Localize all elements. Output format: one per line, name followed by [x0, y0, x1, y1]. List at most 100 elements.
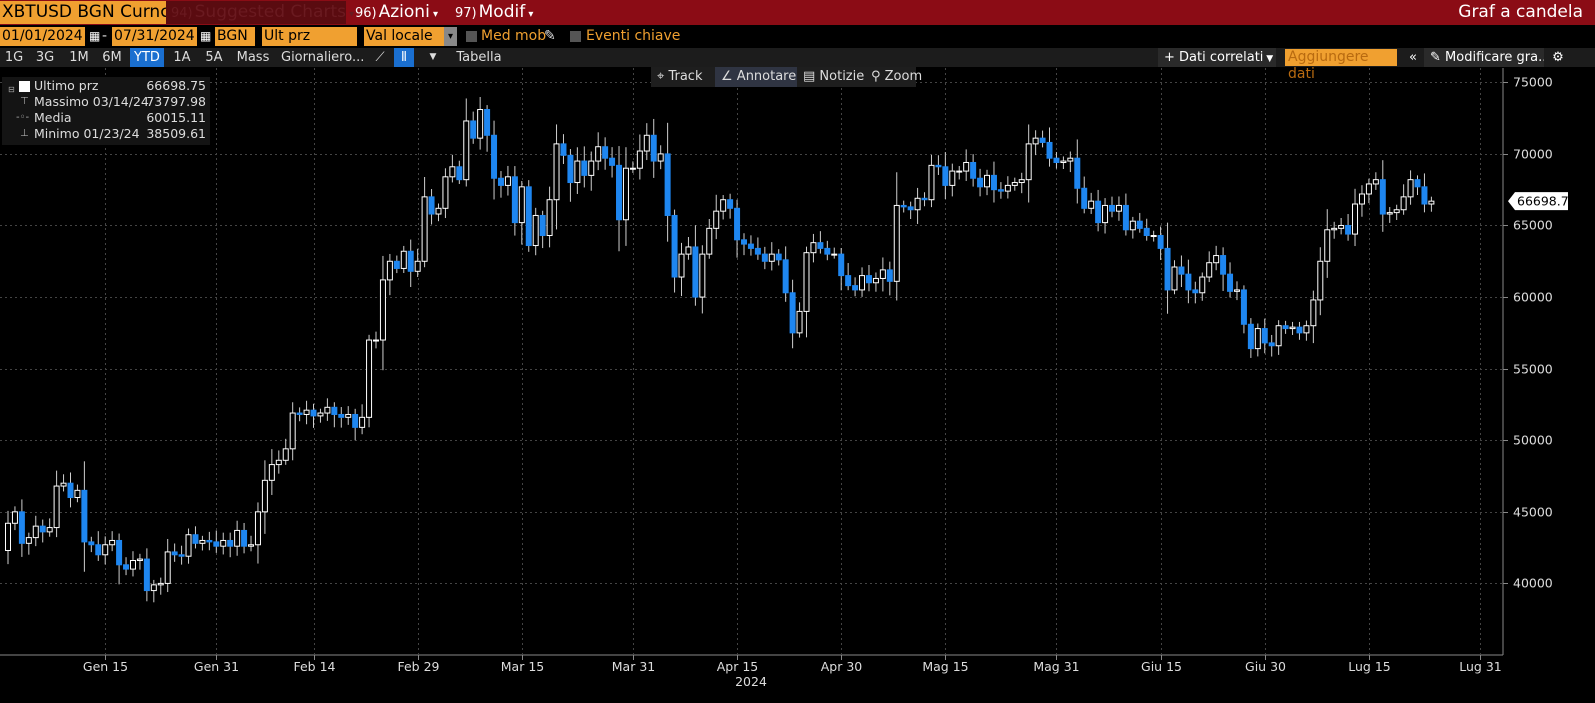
- candle-body: [1143, 227, 1150, 237]
- candle-body: [1365, 183, 1372, 195]
- candle-body: [164, 551, 171, 584]
- candle-body: [1060, 160, 1067, 163]
- candle-body: [1317, 260, 1324, 301]
- legend-row[interactable]: ⊟ Ultimo prz 66698.75: [2, 78, 208, 94]
- candle-body: [407, 250, 414, 272]
- candle-body: [150, 584, 157, 592]
- candle-body: [754, 247, 761, 255]
- candle-body: [1074, 157, 1081, 189]
- candle-body: [838, 253, 845, 277]
- candle-body: [1053, 157, 1060, 163]
- candle-body: [970, 161, 977, 179]
- candle-body: [1011, 182, 1018, 186]
- candle-body: [1032, 137, 1039, 145]
- candle-body: [567, 154, 574, 184]
- candle-body: [768, 253, 775, 262]
- candle-body: [192, 534, 199, 544]
- candle-body: [1303, 325, 1310, 334]
- candle-body: [352, 413, 359, 428]
- candle-body: [935, 164, 942, 168]
- candle-body: [1275, 325, 1282, 347]
- tool-zoom[interactable]: ⚲ Zoom: [865, 67, 923, 87]
- candle-body: [1386, 212, 1393, 215]
- legend-value: 60015.11: [146, 110, 206, 125]
- candle-body: [484, 109, 491, 136]
- candle-body: [671, 214, 678, 278]
- candle-body: [622, 167, 629, 221]
- candle-body: [1220, 255, 1227, 275]
- candle-body: [331, 406, 338, 415]
- candle-body: [46, 527, 53, 533]
- candle-body: [720, 199, 727, 212]
- candle-body: [386, 260, 393, 281]
- legend-name: Minimo 01/23/24: [34, 126, 140, 141]
- candle-body: [123, 564, 130, 570]
- candle-body: [199, 539, 206, 544]
- candle-body: [692, 246, 699, 298]
- legend-value: 73797.98: [146, 94, 206, 109]
- candle-body: [817, 242, 824, 249]
- candle-body: [921, 197, 928, 201]
- candle-body: [1414, 179, 1421, 188]
- candle-body: [1233, 289, 1240, 292]
- candle-body: [178, 554, 185, 557]
- candle-body: [782, 259, 789, 294]
- candle-body: [886, 269, 893, 282]
- candle-body: [1227, 273, 1234, 292]
- candle-body: [602, 146, 609, 159]
- crosshair-icon: ⌖: [657, 69, 669, 84]
- candle-body: [254, 511, 261, 546]
- candle-body: [303, 409, 310, 415]
- candle-body: [1129, 220, 1136, 231]
- candle-body: [511, 176, 518, 224]
- candle-body: [1088, 200, 1095, 209]
- candle-body: [852, 285, 859, 291]
- legend-row[interactable]: -◦- Media 60015.11: [2, 110, 208, 126]
- candle-swatch-icon: [19, 81, 30, 92]
- tool-annotate[interactable]: ∠ Annotare: [715, 67, 797, 87]
- candle-body: [129, 560, 136, 570]
- candle-body: [88, 541, 95, 546]
- candle-body: [60, 482, 67, 487]
- candle-body: [775, 253, 782, 261]
- candle-body: [470, 120, 477, 139]
- candle-body: [25, 537, 32, 544]
- candle-body: [241, 529, 248, 547]
- tool-track[interactable]: ⌖ Track: [651, 67, 715, 87]
- candle-body: [1185, 273, 1192, 291]
- candle-body: [289, 412, 296, 450]
- candle-body: [727, 199, 734, 209]
- candle-body: [963, 161, 970, 172]
- candlestick-chart[interactable]: 40000 45000 50000 55000 60000 65000 70000 75000…: [0, 0, 1595, 703]
- candle-body: [1199, 276, 1206, 294]
- candle-body: [136, 558, 143, 562]
- x-tick-label: Feb 14: [293, 659, 335, 674]
- candle-body: [171, 551, 178, 556]
- candle-body: [261, 479, 268, 513]
- candle-body: [373, 339, 379, 342]
- candle-body: [1171, 266, 1178, 291]
- candle-body: [1379, 179, 1386, 215]
- candle-body: [497, 177, 504, 186]
- candle-body: [1345, 224, 1352, 235]
- candle-body: [1164, 247, 1171, 291]
- candle-body: [67, 482, 74, 499]
- y-tick-label: 55000: [1513, 362, 1553, 377]
- candle-body: [1254, 328, 1261, 350]
- pencil-icon: ∠: [721, 69, 737, 84]
- legend-value: 38509.61: [146, 126, 206, 141]
- candle-body: [317, 412, 324, 417]
- tool-news[interactable]: ▤ Notizie: [797, 67, 865, 87]
- legend-row[interactable]: ⊥ Minimo 01/23/24 38509.61: [2, 126, 208, 142]
- candle-body: [747, 243, 754, 249]
- candle-body: [74, 489, 81, 499]
- legend-row[interactable]: ⊤ Massimo 03/14/24 73797.98: [2, 94, 208, 110]
- candle-body: [928, 164, 935, 201]
- y-tick-label: 45000: [1513, 505, 1553, 520]
- candle-body: [581, 160, 588, 176]
- y-tick-label: 50000: [1513, 433, 1553, 448]
- candle-body: [525, 186, 532, 247]
- candle-body: [275, 459, 282, 466]
- candle-body: [532, 214, 539, 247]
- candle-body: [796, 310, 803, 334]
